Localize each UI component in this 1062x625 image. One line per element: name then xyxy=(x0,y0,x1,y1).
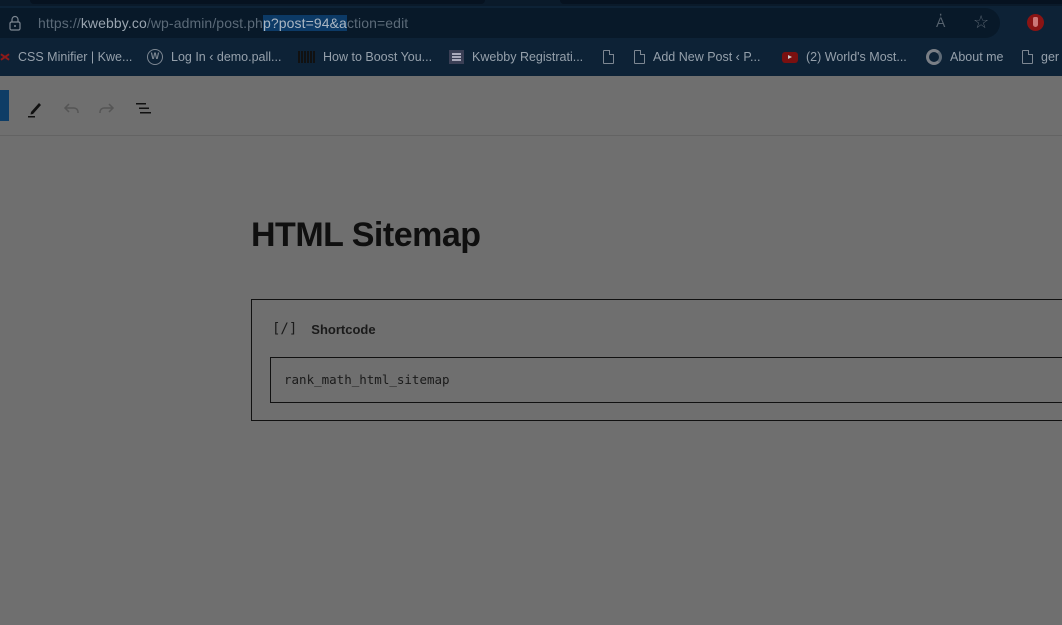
editor-toolbar xyxy=(0,76,1062,136)
url-text[interactable]: https://kwebby.co/wp-admin/post.php?post… xyxy=(38,15,408,31)
tab-edge[interactable] xyxy=(560,0,1062,4)
bookmark-label: Kwebby Registrati... xyxy=(472,50,584,64)
undo-button[interactable] xyxy=(59,96,83,120)
pencil-icon xyxy=(28,103,41,118)
shortcode-icon: [/] xyxy=(272,321,298,337)
document-overview-button[interactable] xyxy=(131,96,155,120)
document-icon xyxy=(603,50,614,64)
document-icon xyxy=(1022,50,1033,64)
bookmark-label: CSS Minifier | Kwe... xyxy=(18,50,133,64)
bookmark-ger[interactable]: ger xyxy=(1022,46,1059,68)
bookmark-label: How to Boost You... xyxy=(323,50,433,64)
list-view-icon xyxy=(136,103,151,114)
bookmark-label: About me xyxy=(950,50,1004,64)
url-host: kwebby.co xyxy=(80,15,147,31)
active-tab-edge[interactable] xyxy=(30,0,485,4)
bookmark-login-demo[interactable]: W Log In ‹ demo.pall... xyxy=(147,46,281,68)
document-icon xyxy=(634,50,645,64)
edit-tool-button[interactable] xyxy=(23,96,47,120)
hand-extension-icon[interactable] xyxy=(1027,14,1044,31)
shortcode-block[interactable]: [/] Shortcode rank_math_html_sitemap xyxy=(251,299,1062,421)
bookmark-css-minifier[interactable]: CSS Minifier | Kwe... xyxy=(0,46,132,68)
bookmark-label: Add New Post ‹ P... xyxy=(653,50,761,64)
bookmark-label: ger xyxy=(1041,50,1060,64)
bookmarks-bar: CSS Minifier | Kwe... W Log In ‹ demo.pa… xyxy=(0,46,1062,68)
bookmark-label: Log In ‹ demo.pall... xyxy=(171,50,282,64)
block-label: [/] Shortcode xyxy=(272,321,376,337)
url-path-rest: ction=edit xyxy=(346,15,409,31)
url-selection: p?post=94&a xyxy=(262,15,347,31)
red-x-icon xyxy=(0,50,10,64)
undo-icon xyxy=(63,103,79,113)
browser-chrome: https://kwebby.co/wp-admin/post.php?post… xyxy=(0,0,1062,76)
bookmark-kwebby-registration[interactable]: Kwebby Registrati... xyxy=(449,46,583,68)
star-icon[interactable]: ☆ xyxy=(973,12,989,33)
bookmark-about-me[interactable]: About me xyxy=(926,46,1004,68)
wordpress-icon: W xyxy=(147,49,163,65)
barcode-icon xyxy=(298,51,315,63)
bookmark-add-new-post[interactable]: Add New Post ‹ P... xyxy=(634,46,760,68)
google-icon xyxy=(926,49,942,65)
lock-icon[interactable] xyxy=(9,15,21,31)
shortcode-input[interactable]: rank_math_html_sitemap xyxy=(270,357,1062,403)
bookmark-youtube[interactable]: (2) World's Most... xyxy=(782,46,907,68)
redo-icon xyxy=(99,103,115,113)
list-icon xyxy=(449,50,464,64)
block-label-text: Shortcode xyxy=(311,321,376,337)
read-aloud-icon[interactable]: A҆ xyxy=(936,14,945,30)
url-path: /wp-admin/post.ph xyxy=(146,15,263,31)
bookmark-boost[interactable]: How to Boost You... xyxy=(298,46,432,68)
post-title[interactable]: HTML Sitemap xyxy=(251,216,481,255)
wordpress-logo-button[interactable] xyxy=(0,90,9,121)
redo-button[interactable] xyxy=(95,96,119,120)
bookmark-label: (2) World's Most... xyxy=(806,50,907,64)
url-scheme: https:// xyxy=(38,15,81,31)
tab-strip xyxy=(0,0,1062,6)
bookmark-document[interactable] xyxy=(603,46,622,68)
youtube-icon xyxy=(782,51,798,63)
